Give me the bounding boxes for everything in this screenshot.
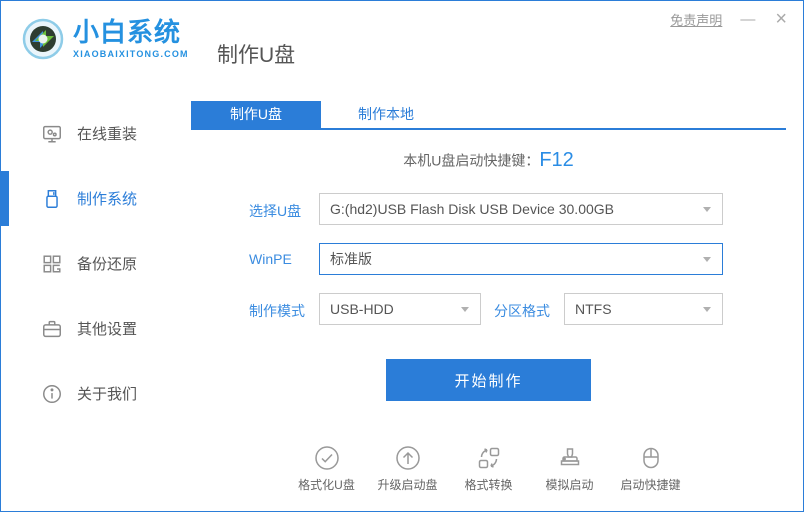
convert-icon (475, 444, 502, 471)
tool-label: 升级启动盘 (377, 478, 438, 492)
minimize-button[interactable]: — (738, 10, 757, 29)
tool-simulate-boot[interactable]: 模拟启动 (529, 444, 610, 493)
hotkey-value: F12 (539, 149, 574, 171)
winpe-select-value: 标准版 (330, 251, 372, 267)
sidebar-item-online-reinstall[interactable]: 在线重装 (1, 101, 186, 166)
tool-label: 启动快捷键 (620, 478, 681, 492)
boot-hotkey-hint: 本机U盘启动快捷键：F12 (191, 149, 786, 172)
page-title: 制作U盘 (217, 44, 296, 67)
format-check-icon (313, 444, 340, 471)
winpe-select[interactable]: 标准版 (319, 243, 723, 275)
app-window: 免责声明 — × 小白系统 XIAOBAIXITONG.COM 制作U盘 在线重… (0, 0, 804, 512)
chevron-down-icon (703, 307, 711, 312)
tab-bar: 制作U盘 制作本地 (191, 101, 786, 130)
sidebar-item-backup-restore[interactable]: 备份还原 (1, 231, 186, 296)
tool-upgrade-boot-disk[interactable]: 升级启动盘 (367, 444, 448, 493)
chevron-down-icon (461, 307, 469, 312)
tab-make-local[interactable]: 制作本地 (321, 101, 451, 128)
sidebar-item-label: 在线重装 (77, 126, 138, 143)
info-icon (41, 383, 63, 405)
tool-label: 格式化U盘 (298, 478, 355, 492)
logo-subtitle: XIAOBAIXITONG.COM (73, 48, 189, 59)
partition-select-value: NTFS (575, 301, 612, 317)
titlebar-controls: 免责声明 — × (670, 9, 789, 29)
disclaimer-link[interactable]: 免责声明 (670, 10, 722, 29)
briefcase-icon (41, 318, 63, 340)
partition-select-label: 分区格式 (494, 303, 550, 319)
logo-swirl-icon (21, 17, 65, 61)
mode-select[interactable]: USB-HDD (319, 293, 481, 325)
tool-boot-hotkey[interactable]: 启动快捷键 (610, 444, 691, 493)
upgrade-arrow-icon (394, 444, 421, 471)
mode-select-value: USB-HDD (330, 301, 394, 317)
boot-hotkey-mouse-icon (637, 444, 664, 471)
sidebar-item-other-settings[interactable]: 其他设置 (1, 296, 186, 361)
partition-select[interactable]: NTFS (564, 293, 723, 325)
backup-grid-icon (41, 253, 63, 275)
hotkey-label: 本机U盘启动快捷键： (403, 152, 540, 169)
mode-select-label: 制作模式 (249, 303, 305, 319)
sidebar-item-about-us[interactable]: 关于我们 (1, 361, 186, 426)
chevron-down-icon (703, 257, 711, 262)
tool-label: 格式转换 (464, 478, 513, 492)
winpe-select-label: WinPE (249, 251, 292, 267)
sidebar-item-label: 制作系统 (77, 191, 138, 208)
tool-format-convert[interactable]: 格式转换 (448, 444, 529, 493)
chevron-down-icon (703, 207, 711, 212)
sidebar: 在线重装 制作系统 备份还原 其他设置 关于我们 (1, 101, 186, 426)
usb-select[interactable]: G:(hd2)USB Flash Disk USB Device 30.00GB (319, 193, 723, 225)
simulate-stamp-icon (556, 444, 583, 471)
tool-label: 模拟启动 (545, 478, 594, 492)
usb-drive-icon (41, 188, 63, 210)
close-button[interactable]: × (773, 9, 789, 29)
start-make-button[interactable]: 开始制作 (386, 359, 591, 401)
usb-select-value: G:(hd2)USB Flash Disk USB Device 30.00GB (330, 201, 614, 217)
app-logo: 小白系统 XIAOBAIXITONG.COM (21, 17, 189, 61)
sidebar-item-label: 关于我们 (77, 386, 138, 403)
logo-text: 小白系统 XIAOBAIXITONG.COM (73, 17, 189, 59)
tool-format-usb[interactable]: 格式化U盘 (286, 444, 367, 493)
usb-select-label: 选择U盘 (249, 203, 302, 219)
sidebar-item-label: 备份还原 (77, 256, 138, 273)
sidebar-item-make-system[interactable]: 制作系统 (1, 166, 186, 231)
footer-toolbar: 格式化U盘 升级启动盘 格式转换 模拟启动 启动快捷键 (286, 444, 691, 493)
monitor-icon (41, 123, 63, 145)
tab-make-usb[interactable]: 制作U盘 (191, 101, 321, 128)
logo-title: 小白系统 (73, 17, 182, 48)
sidebar-item-label: 其他设置 (77, 321, 138, 338)
